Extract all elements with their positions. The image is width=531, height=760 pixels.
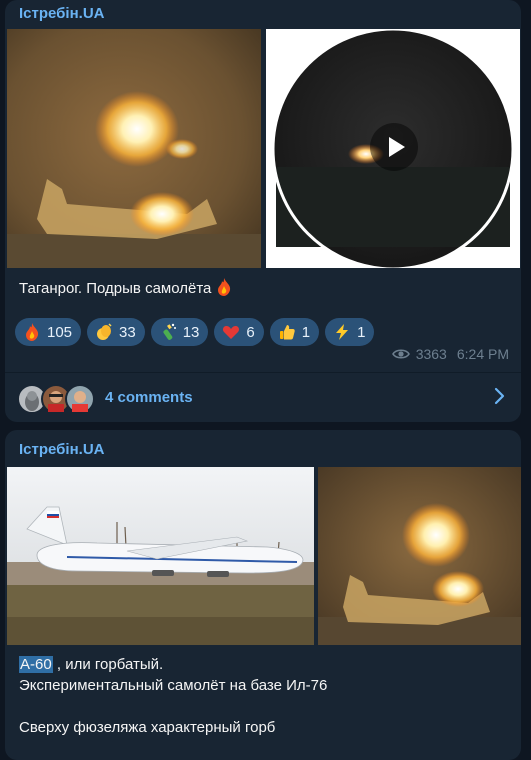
explosion-photo[interactable] <box>7 29 261 268</box>
highlighted-text: А-60 <box>19 656 53 673</box>
thumbs-up-icon <box>279 325 295 340</box>
post-time: 6:24 PM <box>456 346 509 362</box>
post-text-line: Сверху фюзеляжа характерный горб <box>19 719 276 736</box>
reaction-fire[interactable]: 105 <box>15 318 82 346</box>
aircraft-photo[interactable] <box>7 467 314 645</box>
eye-icon <box>391 349 410 359</box>
post-text-line: Экспериментальный самолёт на базе Ил-76 <box>19 677 328 694</box>
channel-post: Істребін.UA <box>5 0 521 422</box>
clap-icon <box>97 323 112 340</box>
comments-count: 4 comments <box>105 389 193 406</box>
view-count: 3363 <box>415 346 447 362</box>
channel-post: Істребін.UA <box>5 430 521 760</box>
reaction-thumbs-up[interactable]: 1 <box>269 318 320 346</box>
comments-button[interactable]: 4 comments <box>5 373 521 422</box>
reaction-heart[interactable]: 6 <box>214 318 264 346</box>
play-icon <box>389 137 405 157</box>
champagne-icon <box>163 323 176 340</box>
reaction-clap[interactable]: 33 <box>87 318 145 346</box>
heart-icon <box>223 326 240 339</box>
video-note[interactable] <box>266 29 520 268</box>
post-caption: Таганрог. Подрыв самолёта <box>19 278 232 299</box>
commenter-avatars <box>17 383 97 414</box>
post-text-line: А-60 , или горбатый. <box>19 656 164 673</box>
explosion-photo[interactable] <box>318 467 521 645</box>
reaction-lightning[interactable]: 1 <box>325 318 375 346</box>
lightning-icon <box>336 324 349 340</box>
fire-icon <box>26 323 39 341</box>
channel-name[interactable]: Істребін.UA <box>19 5 105 22</box>
post-text: А-60 , или горбатый. Экспериментальный с… <box>19 654 327 738</box>
post-meta: 3363 6:24 PM <box>391 346 509 362</box>
channel-name[interactable]: Істребін.UA <box>19 441 105 458</box>
avatar <box>65 383 95 414</box>
fire-emoji-icon <box>216 278 232 297</box>
play-button[interactable] <box>370 123 418 171</box>
reactions-bar: 105 33 13 6 1 1 <box>15 318 375 346</box>
chevron-right-icon <box>494 387 505 405</box>
reaction-champagne[interactable]: 13 <box>150 318 209 346</box>
